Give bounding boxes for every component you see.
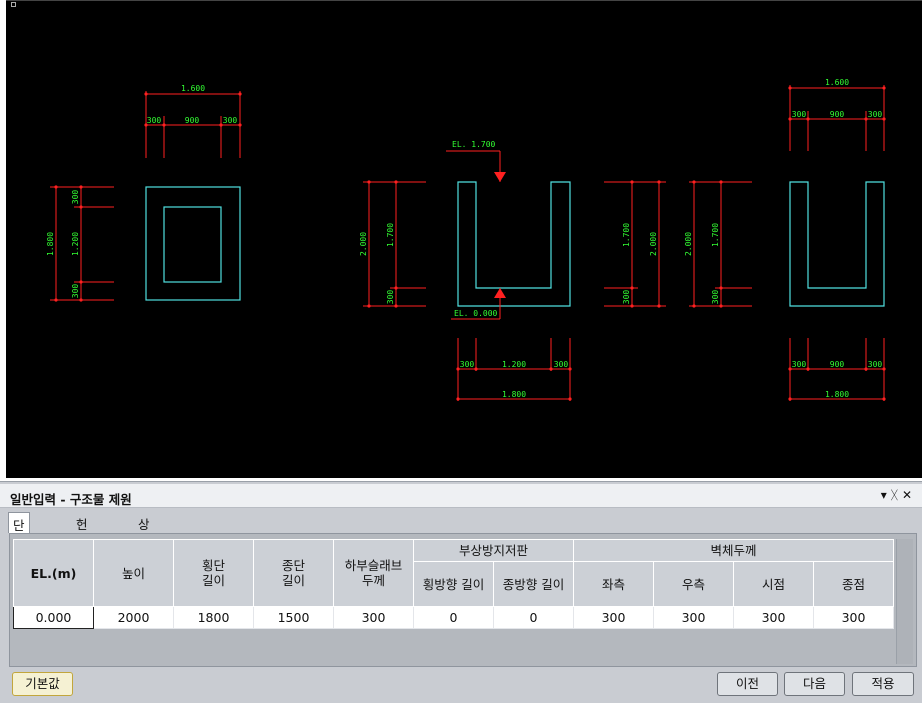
cell-transverse-length[interactable]: 1800 xyxy=(173,606,254,629)
header-wall-start: 시점 xyxy=(733,561,814,607)
cell-wall-start[interactable]: 300 xyxy=(733,606,814,629)
header-wall-group: 벽체두께 xyxy=(573,539,894,562)
cell-el[interactable]: 0.000 xyxy=(13,606,94,629)
dim-label: 1.600 xyxy=(825,78,849,87)
cell-wall-right[interactable]: 300 xyxy=(653,606,734,629)
input-panel: 일반입력 - 구조물 제원 ▾ᚷ✕ 단면제원 헌치제원 상부슬래브 EL.(m)… xyxy=(0,481,922,703)
next-button[interactable]: 다음 xyxy=(784,672,845,696)
header-transverse-length: 횡단 길이 xyxy=(173,539,254,607)
header-uplift-transverse: 횡방향 길이 xyxy=(413,561,494,607)
close-icon[interactable]: ✕ xyxy=(902,488,916,502)
dim-label: 1.700 xyxy=(622,223,631,247)
section-dims-middle: 1.700 300 2.000 2.000 1.700 300 xyxy=(604,180,752,308)
dim-label: 900 xyxy=(185,116,200,125)
header-bottom-slab: 하부슬래브 두께 xyxy=(333,539,414,607)
cell-bottom-slab[interactable]: 300 xyxy=(333,606,414,629)
dim-label: 1.800 xyxy=(825,390,849,399)
dim-label: 300 xyxy=(147,116,162,125)
tab-top-slab[interactable]: 상부슬래브 xyxy=(134,512,154,608)
dim-label: 1.700 xyxy=(711,223,720,247)
header-uplift-group: 부상방지저판 xyxy=(413,539,574,562)
dim-label: 300 xyxy=(71,190,80,205)
tab-section[interactable]: 단면제원 xyxy=(8,512,30,590)
prev-button[interactable]: 이전 xyxy=(717,672,778,696)
panel-window-controls[interactable]: ▾ᚷ✕ xyxy=(881,488,916,502)
dim-label: 2.000 xyxy=(649,232,658,256)
section-u-cross: EL. 1.700 EL. 0.000 2.000 1.700 300 300 … xyxy=(359,140,572,401)
pin-icon[interactable]: ᚷ xyxy=(891,488,902,502)
dimension-table: EL.(m) 높이 횡단 길이 종단 길이 하부슬래브 두께 부상방지저판 벽체… xyxy=(13,539,894,629)
dim-label: 300 xyxy=(71,284,80,299)
dim-label: 300 xyxy=(622,290,631,305)
dim-label: 1.800 xyxy=(502,390,526,399)
dim-label: 300 xyxy=(868,360,883,369)
dim-label: 300 xyxy=(460,360,475,369)
header-el: EL.(m) xyxy=(13,539,94,607)
grid-scrollbar[interactable] xyxy=(896,539,913,664)
table-row: 0.000 2000 1800 1500 300 0 0 300 300 300… xyxy=(13,606,894,629)
dim-label: 2.000 xyxy=(684,232,693,256)
header-wall-right: 우측 xyxy=(653,561,734,607)
cell-wall-end[interactable]: 300 xyxy=(813,606,894,629)
cell-height[interactable]: 2000 xyxy=(93,606,174,629)
dim-label: 300 xyxy=(711,290,720,305)
dim-label: 1.200 xyxy=(502,360,526,369)
cell-uplift-transverse[interactable]: 0 xyxy=(413,606,494,629)
cell-uplift-longitudinal[interactable]: 0 xyxy=(493,606,574,629)
dim-label: 300 xyxy=(792,360,807,369)
dropdown-icon[interactable]: ▾ xyxy=(881,488,891,502)
cell-longitudinal-length[interactable]: 1500 xyxy=(253,606,334,629)
dim-label: 1.800 xyxy=(46,232,55,256)
viewport-corner-handle[interactable] xyxy=(11,2,16,7)
apply-button[interactable]: 적용 xyxy=(852,672,914,696)
header-height: 높이 xyxy=(93,539,174,607)
section-u-longitudinal: 1.600 300 900 300 300 900 300 1.800 xyxy=(788,78,886,401)
el-bottom-label: EL. 0.000 xyxy=(454,309,498,318)
dim-label: 1.600 xyxy=(181,84,205,93)
dimension-grid: EL.(m) 높이 횡단 길이 종단 길이 하부슬래브 두께 부상방지저판 벽체… xyxy=(9,533,917,667)
dim-label: 1.700 xyxy=(386,223,395,247)
dim-label: 2.000 xyxy=(359,232,368,256)
dim-label: 300 xyxy=(868,110,883,119)
section-box: 1.600 300 900 300 1.800 300 1.200 300 xyxy=(46,84,242,302)
panel-title: 일반입력 - 구조물 제원 xyxy=(10,492,132,507)
dim-label: 900 xyxy=(830,110,845,119)
default-values-button[interactable]: 기본값 xyxy=(12,672,73,696)
dim-label: 300 xyxy=(554,360,569,369)
header-uplift-longitudinal: 종방향 길이 xyxy=(493,561,574,607)
cad-drawing-view[interactable]: 1.600 300 900 300 1.800 300 1.200 300 EL… xyxy=(6,0,922,478)
dim-label: 900 xyxy=(830,360,845,369)
dim-label: 300 xyxy=(386,290,395,305)
panel-header: 일반입력 - 구조물 제원 ▾ᚷ✕ xyxy=(0,484,922,508)
header-wall-end: 종점 xyxy=(813,561,894,607)
header-wall-left: 좌측 xyxy=(573,561,654,607)
header-longitudinal-length: 종단 길이 xyxy=(253,539,334,607)
dim-label: 1.200 xyxy=(71,232,80,256)
cell-wall-left[interactable]: 300 xyxy=(573,606,654,629)
dim-label: 300 xyxy=(792,110,807,119)
el-top-label: EL. 1.700 xyxy=(452,140,496,149)
dim-label: 300 xyxy=(223,116,238,125)
tab-haunch[interactable]: 헌치제원 xyxy=(72,512,92,589)
